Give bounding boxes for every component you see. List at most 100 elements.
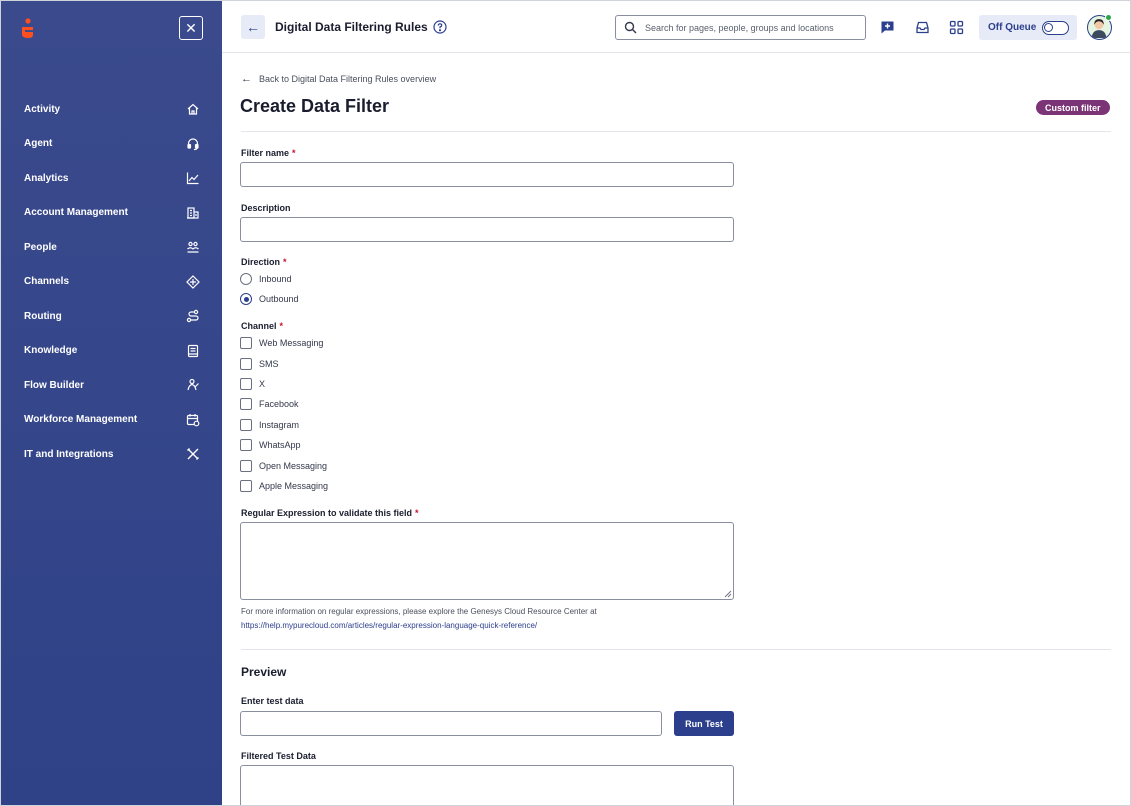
checkbox-whatsapp[interactable]: WhatsApp <box>240 439 301 451</box>
checkbox-instagram[interactable]: Instagram <box>240 419 299 431</box>
add-comment-icon[interactable] <box>879 19 895 35</box>
checkbox-label: X <box>259 379 266 389</box>
checkbox[interactable] <box>240 460 252 472</box>
main-content: ← Back to Digital Data Filtering Rules o… <box>222 53 1130 805</box>
apps-grid-icon[interactable] <box>948 19 964 35</box>
description-label: Description <box>241 203 291 213</box>
sidebar-item-label: Channels <box>24 276 70 288</box>
test-data-label: Enter test data <box>241 696 304 706</box>
checkbox-x[interactable]: X <box>240 378 265 390</box>
inbox-icon[interactable] <box>914 19 930 35</box>
checkbox-label: Facebook <box>259 399 299 409</box>
sidebar-item-label: Flow Builder <box>24 379 84 391</box>
checkbox-facebook[interactable]: Facebook <box>240 398 299 410</box>
required-mark: * <box>292 148 296 158</box>
resize-handle-icon[interactable] <box>724 590 732 598</box>
sidebar-item-routing[interactable]: Routing <box>1 299 222 334</box>
label-text: Direction <box>241 257 281 267</box>
sidebar-item-label: Account Management <box>24 207 128 219</box>
sidebar-item-agent[interactable]: Agent <box>1 127 222 162</box>
direction-label: Direction * <box>241 257 287 267</box>
checkbox[interactable] <box>240 419 252 431</box>
breadcrumb[interactable]: ← Back to Digital Data Filtering Rules o… <box>241 73 436 85</box>
diamond-arrows-icon <box>186 274 200 289</box>
sidebar-item-account-management[interactable]: Account Management <box>1 196 222 231</box>
search-box[interactable] <box>615 15 866 40</box>
checkbox-web-messaging[interactable]: Web Messaging <box>240 337 323 349</box>
toggle-knob <box>1044 22 1054 32</box>
toggle-switch[interactable] <box>1042 20 1070 35</box>
label-text: Filter name <box>241 148 290 158</box>
sidebar-nav: Activity Agent Analytics Account Managem… <box>1 92 222 472</box>
checkbox[interactable] <box>240 358 252 370</box>
preview-title: Preview <box>241 665 287 679</box>
required-mark: * <box>283 257 287 267</box>
genesys-logo <box>22 18 33 38</box>
queue-status-label: Off Queue <box>988 22 1037 33</box>
run-test-button[interactable]: Run Test <box>674 711 734 736</box>
description-input[interactable] <box>240 217 734 242</box>
sidebar-item-analytics[interactable]: Analytics <box>1 161 222 196</box>
sidebar-item-people[interactable]: People <box>1 230 222 265</box>
help-icon[interactable] <box>433 20 447 34</box>
label-text: Channel <box>241 321 277 331</box>
checkbox-apple-messaging[interactable]: Apple Messaging <box>240 480 328 492</box>
checkbox[interactable] <box>240 480 252 492</box>
checkbox-open-messaging[interactable]: Open Messaging <box>240 460 327 472</box>
sidebar-item-workforce-management[interactable]: Workforce Management <box>1 403 222 438</box>
checkbox-label: Open Messaging <box>259 461 328 471</box>
app-window: ✕ Activity Agent Analytics Account Manag… <box>0 0 1131 806</box>
radio-label: Inbound <box>259 274 292 284</box>
divider <box>241 649 1111 650</box>
calendar-clock-icon <box>186 413 200 427</box>
radio-label: Outbound <box>259 294 299 304</box>
sidebar-item-knowledge[interactable]: Knowledge <box>1 334 222 369</box>
regex-label: Regular Expression to validate this fiel… <box>241 508 419 518</box>
checkbox-sms[interactable]: SMS <box>240 358 279 370</box>
radio-inbound[interactable]: Inbound <box>240 273 292 285</box>
back-button[interactable]: ← <box>241 15 265 39</box>
checkbox-label: SMS <box>259 359 279 369</box>
radio-button[interactable] <box>240 273 252 285</box>
route-icon <box>186 309 200 323</box>
radio-outbound[interactable]: Outbound <box>240 293 299 305</box>
checkbox[interactable] <box>240 439 252 451</box>
chart-line-icon <box>186 171 200 185</box>
sidebar-item-channels[interactable]: Channels <box>1 265 222 300</box>
sidebar-item-it-and-integrations[interactable]: IT and Integrations <box>1 437 222 472</box>
breadcrumb-link[interactable]: Back to Digital Data Filtering Rules ove… <box>259 74 436 84</box>
checkbox-label: Web Messaging <box>259 338 324 348</box>
back-arrow-icon: ← <box>241 73 252 85</box>
queue-status-toggle[interactable]: Off Queue <box>979 15 1077 40</box>
sidebar-item-label: Workforce Management <box>24 414 138 426</box>
header-title: Digital Data Filtering Rules <box>275 20 428 34</box>
search-input[interactable] <box>645 22 865 33</box>
regex-textarea[interactable] <box>240 522 734 600</box>
sidebar-item-label: Agent <box>24 138 53 150</box>
sidebar-item-flow-builder[interactable]: Flow Builder <box>1 368 222 403</box>
help-line: For more information on regular expressi… <box>241 607 597 616</box>
close-sidebar-button[interactable]: ✕ <box>179 16 203 40</box>
people-icon <box>186 240 200 254</box>
required-mark: * <box>415 508 419 518</box>
channel-label: Channel * <box>241 321 283 331</box>
close-icon: ✕ <box>185 20 197 36</box>
radio-button-selected[interactable] <box>240 293 252 305</box>
filter-name-label: Filter name * <box>241 148 296 158</box>
page-title: Create Data Filter <box>240 96 390 116</box>
sidebar-item-activity[interactable]: Activity <box>1 92 222 127</box>
checkbox[interactable] <box>240 398 252 410</box>
required-mark: * <box>279 321 284 331</box>
divider <box>241 131 1111 132</box>
sidebar-item-label: People <box>24 241 57 253</box>
filter-name-input[interactable] <box>240 162 734 187</box>
building-icon <box>186 206 200 220</box>
checkbox-label: Apple Messaging <box>259 481 329 491</box>
sidebar-item-label: Knowledge <box>24 345 78 357</box>
test-data-input[interactable] <box>240 711 662 736</box>
tools-icon <box>186 447 200 461</box>
checkbox[interactable] <box>240 337 252 349</box>
checkbox[interactable] <box>240 378 252 390</box>
help-link[interactable]: https://help.mypurecloud.com/articles/re… <box>241 619 597 633</box>
regex-help-text: For more information on regular expressi… <box>241 605 597 633</box>
